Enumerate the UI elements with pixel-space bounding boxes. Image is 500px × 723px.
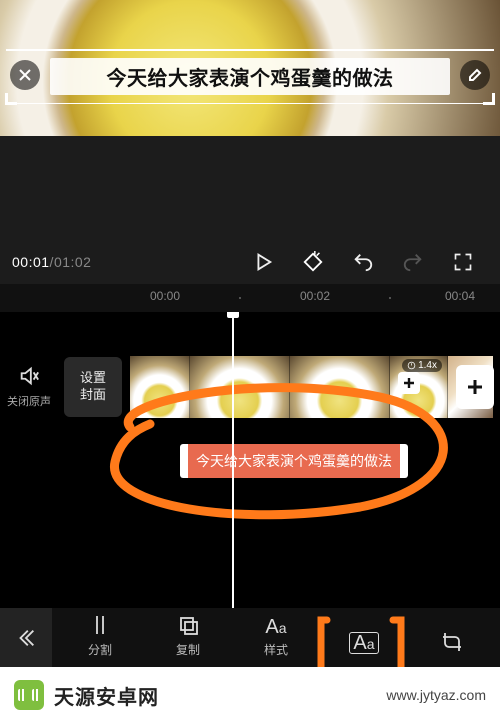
time-ruler[interactable]: 00:00 00:02 00:04 <box>0 284 500 312</box>
toolbar-split[interactable]: 分割 <box>65 613 135 658</box>
undo-button[interactable] <box>344 243 382 281</box>
video-preview[interactable]: 今天给大家表演个鸡蛋羹的做法 <box>0 0 500 136</box>
clip-thumb[interactable] <box>290 356 390 418</box>
watermark-logo-icon <box>14 680 44 710</box>
play-button[interactable] <box>244 243 282 281</box>
total-duration: 01:02 <box>54 254 92 270</box>
keyframe-button[interactable] <box>294 243 332 281</box>
ruler-mark: 00:04 <box>445 289 475 303</box>
split-icon <box>88 613 112 637</box>
playback-controls: 00:01/01:02 <box>0 240 500 284</box>
caption-clip-text: 今天给大家表演个鸡蛋羹的做法 <box>196 451 392 471</box>
preview-caption[interactable]: 今天给大家表演个鸡蛋羹的做法 <box>50 58 450 95</box>
timecode: 00:01/01:02 <box>12 254 91 270</box>
toolbar-copy[interactable]: 复制 <box>153 613 223 658</box>
ruler-dot <box>389 297 391 299</box>
ruler-mark: 00:02 <box>300 289 330 303</box>
edit-button[interactable] <box>460 60 490 90</box>
redo-button[interactable] <box>394 243 432 281</box>
watermark-site-url: www.jytyaz.com <box>386 687 486 703</box>
toolbar-back-button[interactable] <box>0 608 52 667</box>
video-track[interactable]: 1.4x <box>130 356 493 418</box>
crop-icon <box>440 630 464 654</box>
watermark-bar: 天源安卓网 www.jytyaz.com <box>0 667 500 723</box>
font-icon: Aa <box>349 632 378 654</box>
clip-thumb[interactable] <box>130 356 190 418</box>
toolbar-font[interactable]: Aa <box>329 632 399 658</box>
toolbar-style[interactable]: Aa 样式 <box>241 617 311 658</box>
ruler-dot <box>239 297 241 299</box>
speed-badge: 1.4x <box>402 359 442 372</box>
watermark-site-name: 天源安卓网 <box>54 681 159 710</box>
mute-original-audio[interactable]: 关闭原声 <box>0 365 58 409</box>
fullscreen-button[interactable] <box>444 243 482 281</box>
style-icon: Aa <box>265 617 286 637</box>
close-button[interactable] <box>10 60 40 90</box>
clip-thumb[interactable] <box>190 356 290 418</box>
caption-clip[interactable]: 今天给大家表演个鸡蛋羹的做法 <box>180 444 408 478</box>
toolbar-crop[interactable] <box>417 630 487 658</box>
add-clip-button[interactable] <box>456 365 494 409</box>
ruler-mark: 00:00 <box>150 289 180 303</box>
preview-letterbox <box>0 136 500 240</box>
playhead[interactable] <box>232 312 234 608</box>
transition-add-button[interactable] <box>398 372 420 394</box>
set-cover-button[interactable]: 设置 封面 <box>64 357 122 417</box>
mute-label: 关闭原声 <box>0 393 58 409</box>
bottom-toolbar: 分割 复制 Aa 样式 Aa <box>0 608 500 667</box>
current-time: 00:01 <box>12 254 50 270</box>
copy-icon <box>176 613 200 637</box>
timeline[interactable]: 关闭原声 设置 封面 1.4x 今天给大家表演个鸡蛋羹的做法 <box>0 312 500 608</box>
